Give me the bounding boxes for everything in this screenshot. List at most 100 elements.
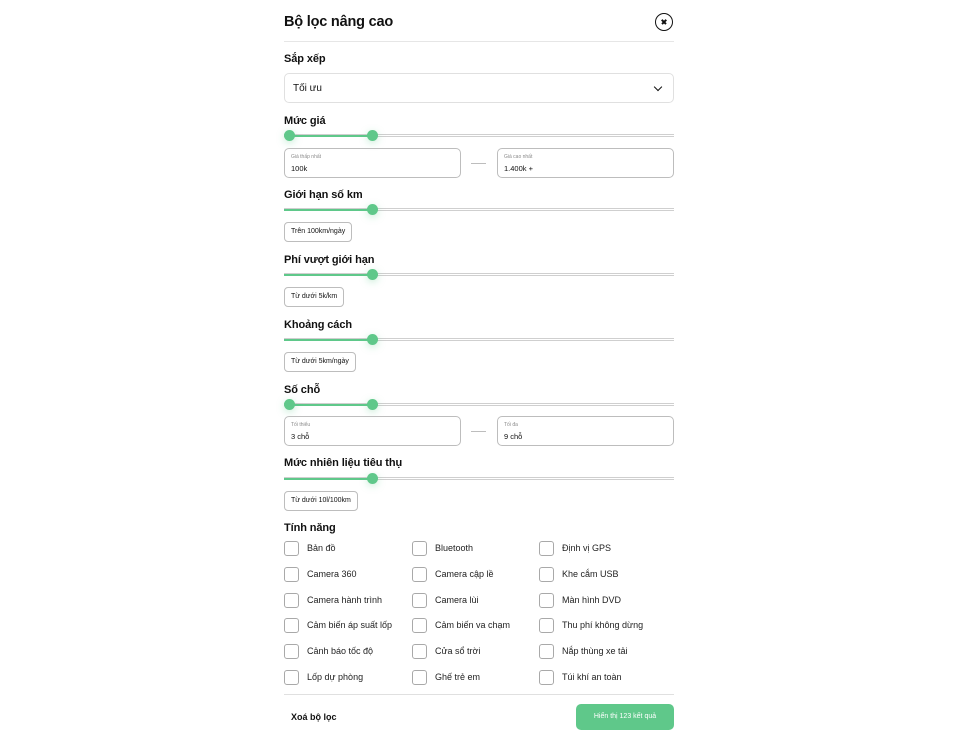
feature-label: Camera hành trình: [307, 594, 383, 605]
feature-label: Túi khí an toàn: [562, 672, 622, 682]
feature-option[interactable]: Lốp dự phòng: [284, 670, 411, 686]
feature-label: Ghế trẻ em: [435, 672, 481, 682]
min-price-label: Giá thấp nhất: [291, 154, 322, 160]
sort-section-title: Sắp xếp: [284, 53, 326, 65]
close-circle-icon[interactable]: [655, 13, 673, 31]
feature-checkbox[interactable]: [412, 566, 427, 582]
max-price-label: Giá cao nhất: [504, 154, 533, 160]
feature-checkbox[interactable]: [412, 541, 427, 556]
feature-label: Cảm biến va chạm: [435, 620, 511, 631]
max-seats-label: Tối đa: [504, 422, 518, 428]
feature-option[interactable]: Cảnh báo tốc độ: [284, 644, 411, 660]
seats-section-title: Số chỗ: [284, 384, 321, 396]
show-results-button[interactable]: Hiển thị 123 kết quả: [576, 704, 674, 730]
overage-fee-chip[interactable]: Từ dưới 5k/km: [284, 287, 345, 307]
feature-option[interactable]: Thu phí không dừng: [539, 618, 666, 634]
slider-fill: [284, 209, 373, 211]
feature-option[interactable]: Camera hành trình: [284, 592, 411, 609]
max-price-field[interactable]: Giá cao nhất 1.400k +: [497, 148, 674, 178]
feature-checkbox[interactable]: [412, 670, 427, 685]
feature-checkbox[interactable]: [284, 670, 299, 685]
feature-checkbox[interactable]: [284, 566, 299, 582]
delivery-distance-section-title: Khoảng cách: [284, 319, 352, 331]
advanced-filter-panel: Bộ lọc nâng cao Sắp xếp Tối ưu Mức giá G…: [284, 0, 674, 742]
feature-checkbox[interactable]: [412, 644, 427, 660]
dialog-title: Bộ lọc nâng cao: [284, 14, 393, 30]
fuel-section-title: Mức nhiên liệu tiêu thụ: [284, 457, 403, 469]
feature-option[interactable]: Bluetooth: [412, 541, 539, 557]
overage-fee-section-title: Phí vượt giới hạn: [284, 254, 375, 266]
overage-fee-slider[interactable]: [284, 269, 674, 281]
range-separator: [471, 431, 486, 432]
slider-knob[interactable]: [367, 204, 379, 215]
feature-checkbox[interactable]: [539, 618, 554, 634]
fuel-chip[interactable]: Từ dưới 10l/100km: [284, 491, 358, 511]
feature-checkbox[interactable]: [539, 592, 554, 608]
feature-checkbox[interactable]: [412, 592, 427, 608]
feature-option[interactable]: Màn hình DVD: [539, 592, 666, 609]
feature-option[interactable]: Bản đồ: [284, 541, 411, 557]
feature-option[interactable]: Camera lùi: [412, 592, 539, 609]
feature-checkbox[interactable]: [412, 618, 427, 634]
distance-limit-section-title: Giới hạn số km: [284, 189, 363, 201]
feature-option[interactable]: Ghế trẻ em: [412, 670, 539, 686]
feature-checkbox[interactable]: [284, 644, 299, 660]
fuel-slider[interactable]: [284, 473, 674, 485]
feature-option[interactable]: Khe cắm USB: [539, 566, 666, 583]
slider-knob-max[interactable]: [367, 399, 379, 410]
slider-knob[interactable]: [367, 473, 379, 484]
feature-label: Camera cập lề: [435, 568, 494, 579]
feature-label: Lốp dự phòng: [307, 672, 364, 682]
feature-option[interactable]: Cảm biến áp suất lốp: [284, 618, 411, 634]
feature-checkbox[interactable]: [284, 541, 299, 556]
sort-select[interactable]: Tối ưu: [284, 73, 674, 103]
feature-option[interactable]: Túi khí an toàn: [539, 670, 666, 686]
price-section-title: Mức giá: [284, 115, 326, 127]
delivery-distance-slider[interactable]: [284, 334, 674, 346]
min-price-field[interactable]: Giá thấp nhất 100k: [284, 148, 461, 178]
delivery-distance-chip[interactable]: Từ dưới 5km/ngày: [284, 352, 356, 372]
distance-limit-slider[interactable]: [284, 204, 674, 216]
feature-checkbox[interactable]: [539, 541, 554, 556]
feature-option[interactable]: Camera cập lề: [412, 566, 539, 583]
slider-knob[interactable]: [367, 334, 379, 345]
feature-option[interactable]: Cảm biến va chạm: [412, 618, 539, 634]
slider-knob-min[interactable]: [284, 399, 295, 410]
feature-label: Camera lùi: [435, 594, 479, 605]
clear-filters-button[interactable]: Xoá bộ lọc: [291, 712, 337, 722]
feature-label: Màn hình DVD: [562, 594, 622, 605]
slider-fill: [284, 339, 373, 341]
feature-label: Bluetooth: [435, 543, 474, 553]
range-separator: [471, 163, 486, 164]
feature-checkbox[interactable]: [284, 618, 299, 634]
feature-label: Camera 360: [307, 568, 357, 579]
feature-label: Cảnh báo tốc độ: [307, 646, 374, 657]
feature-checkbox[interactable]: [539, 566, 554, 582]
chevron-down-icon: [653, 82, 663, 92]
feature-option[interactable]: Camera 360: [284, 566, 411, 583]
min-price-value: 100k: [291, 164, 308, 173]
feature-label: Bản đồ: [307, 543, 336, 553]
min-seats-field[interactable]: Tối thiểu 3 chỗ: [284, 416, 461, 446]
feature-checkbox[interactable]: [539, 670, 554, 685]
features-section-title: Tính năng: [284, 522, 336, 534]
slider-fill: [284, 274, 373, 276]
max-seats-value: 9 chỗ: [504, 432, 523, 441]
min-seats-value: 3 chỗ: [291, 432, 310, 441]
feature-checkbox[interactable]: [284, 592, 299, 608]
price-range-slider[interactable]: [284, 130, 674, 142]
feature-option[interactable]: Định vị GPS: [539, 541, 666, 557]
slider-knob[interactable]: [367, 269, 379, 280]
feature-option[interactable]: Nắp thùng xe tải: [539, 644, 666, 660]
feature-option[interactable]: Cửa sổ trời: [412, 644, 539, 660]
max-seats-field[interactable]: Tối đa 9 chỗ: [497, 416, 674, 446]
seats-range-slider[interactable]: [284, 399, 674, 411]
feature-checkbox[interactable]: [539, 644, 554, 660]
slider-knob-min[interactable]: [284, 130, 295, 141]
slider-knob-max[interactable]: [367, 130, 379, 141]
feature-label: Thu phí không dừng: [562, 620, 644, 631]
slider-fill: [284, 478, 373, 480]
min-seats-label: Tối thiểu: [291, 422, 311, 428]
feature-label: Cửa sổ trời: [435, 646, 481, 657]
distance-limit-chip[interactable]: Trên 100km/ngày: [284, 222, 353, 242]
